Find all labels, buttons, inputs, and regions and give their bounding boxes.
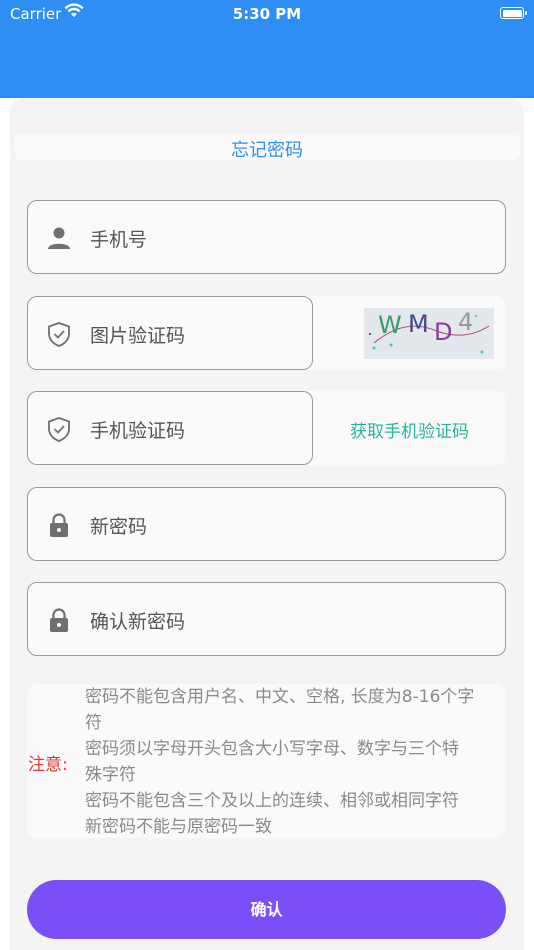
shield-check-icon [48,322,70,347]
clock: 5:30 PM [232,5,302,23]
notice-line: 密码须以字母开头包含大小写字母、数字与三个特 [85,739,459,759]
notice-line: 符 [85,713,102,733]
notice-line: 密码不能包含用户名、中文、空格, 长度为8-16个字 [85,687,475,707]
phone-placeholder: 手机号 [90,229,148,251]
captcha-image[interactable]: W M D 4 [364,308,494,359]
shield-check-icon [48,417,70,442]
captcha-char: 4 [458,308,473,336]
notice-label: 注意: [28,755,68,775]
captcha-char: D [434,318,452,346]
confirm-password-placeholder: 确认新密码 [90,611,186,633]
image-code-placeholder: 图片验证码 [90,325,186,347]
status-bar: Carrier 5:30 PM [0,0,534,28]
notice-line: 殊字符 [85,765,136,785]
notice-line: 密码不能包含三个及以上的连续、相邻或相同字符 [85,791,459,811]
confirm-button[interactable]: 确认 [27,880,506,939]
notice-line: 新密码不能与原密码一致 [85,817,272,837]
phone-field[interactable]: 手机号 [27,200,506,274]
new-password-field[interactable]: 新密码 [27,487,506,561]
get-sms-code-button[interactable]: 获取手机验证码 [313,417,506,442]
captcha-char: W [378,311,402,339]
notice-text: 密码不能包含用户名、中文、空格, 长度为8-16个字 符 密码须以字母开头包含大… [85,684,507,840]
sms-code-field[interactable]: 手机验证码 [27,391,313,465]
captcha-char: M [408,310,429,338]
sms-code-placeholder: 手机验证码 [90,420,186,442]
new-password-placeholder: 新密码 [90,516,148,538]
person-icon [48,227,70,249]
page-title: 忘记密码 [231,140,303,161]
image-code-field[interactable]: 图片验证码 [27,296,313,370]
battery-icon [500,7,527,19]
confirm-password-field[interactable]: 确认新密码 [27,582,506,656]
lock-icon [50,513,68,537]
lock-icon [50,608,68,632]
